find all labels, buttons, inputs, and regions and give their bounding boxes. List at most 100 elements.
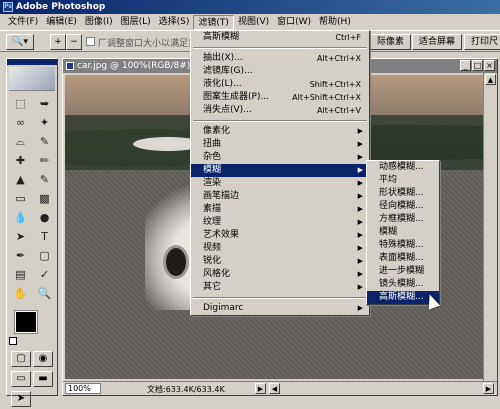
menu-help[interactable]: 帮助(H) — [315, 15, 355, 30]
blur-menu-item[interactable]: 动感模糊... — [367, 161, 439, 174]
marquee-icon[interactable]: ⬚ — [9, 95, 32, 113]
menu-separator — [193, 47, 367, 49]
blur-menu-item[interactable]: 方框模糊... — [367, 213, 439, 226]
filter-menu-item[interactable]: 扭曲 ▶ — [191, 138, 369, 151]
eraser-icon[interactable]: ▭ — [9, 190, 32, 208]
filter-menu-item[interactable]: 图案生成器(P)... Alt+Shift+Ctrl+X — [191, 91, 369, 104]
close-icon[interactable]: × — [484, 60, 495, 71]
standard-screen-icon[interactable]: ▭ — [11, 371, 31, 387]
menu-edit[interactable]: 编辑(E) — [42, 15, 81, 30]
filter-menu-item[interactable]: 消失点(V)... Alt+Ctrl+V — [191, 104, 369, 117]
zoom-out-icon[interactable]: − — [66, 34, 82, 50]
filter-menu-item[interactable]: 高斯模糊 Ctrl+F — [191, 31, 369, 44]
resize-window-checkbox[interactable] — [86, 37, 95, 46]
imageready-icon[interactable]: ➤ — [11, 391, 31, 407]
maximize-icon[interactable]: □ — [472, 60, 483, 71]
minimize-icon[interactable]: _ — [460, 60, 471, 71]
menu-image[interactable]: 图像(I) — [81, 15, 117, 30]
menu-separator — [193, 297, 367, 299]
filter-menu-item[interactable]: 液化(L)... Shift+Ctrl+X — [191, 78, 369, 91]
blur-menu-item[interactable]: 平均 — [367, 174, 439, 187]
filter-menu-item-label: Digimarc — [203, 303, 244, 313]
filter-menu-item[interactable]: 滤镜库(G)... — [191, 65, 369, 78]
healing-icon[interactable]: ✚ — [9, 152, 32, 170]
notes-icon[interactable]: ▤ — [9, 266, 32, 284]
filter-menu-item[interactable]: 锐化 ▶ — [191, 255, 369, 268]
menu-layer[interactable]: 图层(L) — [117, 15, 155, 30]
photo-wheel-front — [163, 245, 189, 279]
full-screen-icon[interactable]: ▬ — [33, 371, 53, 387]
submenu-arrow-icon: ▶ — [357, 270, 363, 278]
gradient-icon[interactable]: ▩ — [33, 190, 56, 208]
filter-menu-item[interactable]: 像素化 ▶ — [191, 125, 369, 138]
filter-menu-item[interactable]: 杂色 ▶ — [191, 151, 369, 164]
filter-menu-item[interactable]: 其它 ▶ — [191, 281, 369, 294]
menu-separator — [193, 120, 367, 122]
document-title: car.jpg @ 100%(RGB/8#) — [77, 61, 191, 71]
slice-icon[interactable]: ✎ — [33, 133, 56, 151]
toolbox-header[interactable] — [7, 59, 57, 65]
filter-menu-item[interactable]: 抽出(X)... Alt+Ctrl+X — [191, 52, 369, 65]
print-size-button[interactable]: 打印尺 — [464, 34, 500, 50]
zoom-in-icon[interactable]: + — [50, 34, 66, 50]
shape-icon[interactable]: ▢ — [33, 247, 56, 265]
filter-menu-item[interactable]: 艺术效果 ▶ — [191, 229, 369, 242]
filter-menu-item[interactable]: 模糊 ▶ — [191, 164, 369, 177]
dodge-icon[interactable]: ● — [33, 209, 56, 227]
filter-menu-item[interactable]: Digimarc ▶ — [191, 302, 369, 315]
scroll-left-icon[interactable]: ◀ — [269, 383, 280, 394]
fit-screen-button[interactable]: 适合屏幕 — [412, 34, 463, 50]
stamp-icon[interactable]: ▲ — [9, 171, 32, 189]
filter-menu-item[interactable]: 画笔描边 ▶ — [191, 190, 369, 203]
pen-icon[interactable]: ✒ — [9, 247, 32, 265]
brush-icon[interactable]: ✏ — [33, 152, 56, 170]
info-menu-arrow-icon[interactable]: ▶ — [255, 383, 266, 394]
type-icon[interactable]: T — [33, 228, 56, 246]
filter-menu-item-label: 液化(L)... — [203, 79, 242, 89]
vertical-scrollbar[interactable]: ▲ — [483, 73, 497, 381]
path-select-icon[interactable]: ➤ — [9, 228, 32, 246]
magnifier-icon[interactable]: 🔍▾ — [6, 34, 34, 50]
hand-icon[interactable]: ✋ — [9, 285, 32, 303]
adobe-feather-logo[interactable] — [9, 67, 55, 91]
actual-pixels-button[interactable]: 际像素 — [370, 34, 412, 50]
menu-window[interactable]: 窗口(W) — [273, 15, 315, 30]
title-bar: Ps Adobe Photoshop — [0, 0, 500, 14]
move-icon[interactable]: ➥ — [33, 95, 56, 113]
scroll-right-icon[interactable]: ▶ — [483, 383, 494, 394]
blur-menu-item[interactable]: 形状模糊... — [367, 187, 439, 200]
menu-select[interactable]: 选择(S) — [155, 15, 194, 30]
color-swatches — [7, 309, 57, 349]
foreground-color-swatch[interactable] — [14, 310, 38, 334]
zoom-field[interactable]: 100% — [65, 383, 101, 394]
default-colors-icon[interactable] — [9, 337, 17, 345]
crop-icon[interactable]: ⌓ — [9, 133, 32, 151]
blur-menu-item[interactable]: 进一步模糊 — [367, 265, 439, 278]
blur-menu-item[interactable]: 镜头模糊... — [367, 278, 439, 291]
scroll-up-icon[interactable]: ▲ — [485, 74, 496, 85]
history-brush-icon[interactable]: ✎ — [33, 171, 56, 189]
magic-wand-icon[interactable]: ✦ — [33, 114, 56, 132]
eyedropper-icon[interactable]: ✓ — [33, 266, 56, 284]
menu-view[interactable]: 视图(V) — [234, 15, 273, 30]
photoshop-icon: Ps — [3, 2, 13, 12]
filter-menu-item[interactable]: 风格化 ▶ — [191, 268, 369, 281]
blur-menu-item[interactable]: 表面模糊... — [367, 252, 439, 265]
filter-menu-item[interactable]: 纹理 ▶ — [191, 216, 369, 229]
filter-menu-item[interactable]: 视频 ▶ — [191, 242, 369, 255]
blur-menu-item[interactable]: 特殊模糊... — [367, 239, 439, 252]
blur-menu-item[interactable]: 径向模糊... — [367, 200, 439, 213]
lasso-icon[interactable]: ∞ — [9, 114, 32, 132]
menu-file[interactable]: 文件(F) — [4, 15, 42, 30]
menu-filter[interactable]: 滤镜(T) — [193, 14, 234, 30]
filter-menu-item[interactable]: 素描 ▶ — [191, 203, 369, 216]
blur-icon[interactable]: 💧 — [9, 209, 32, 227]
quick-mask-icon[interactable]: ◉ — [33, 351, 53, 367]
filter-menu-item-label: 高斯模糊 — [203, 32, 240, 42]
filter-menu-item-label: 图案生成器(P)... — [203, 92, 270, 102]
filter-menu-item-label: 像素化 — [203, 126, 231, 136]
zoom-icon[interactable]: 🔍 — [33, 285, 56, 303]
standard-mode-icon[interactable]: ▢ — [11, 351, 31, 367]
filter-menu-item[interactable]: 渲染 ▶ — [191, 177, 369, 190]
blur-menu-item[interactable]: 模糊 — [367, 226, 439, 239]
